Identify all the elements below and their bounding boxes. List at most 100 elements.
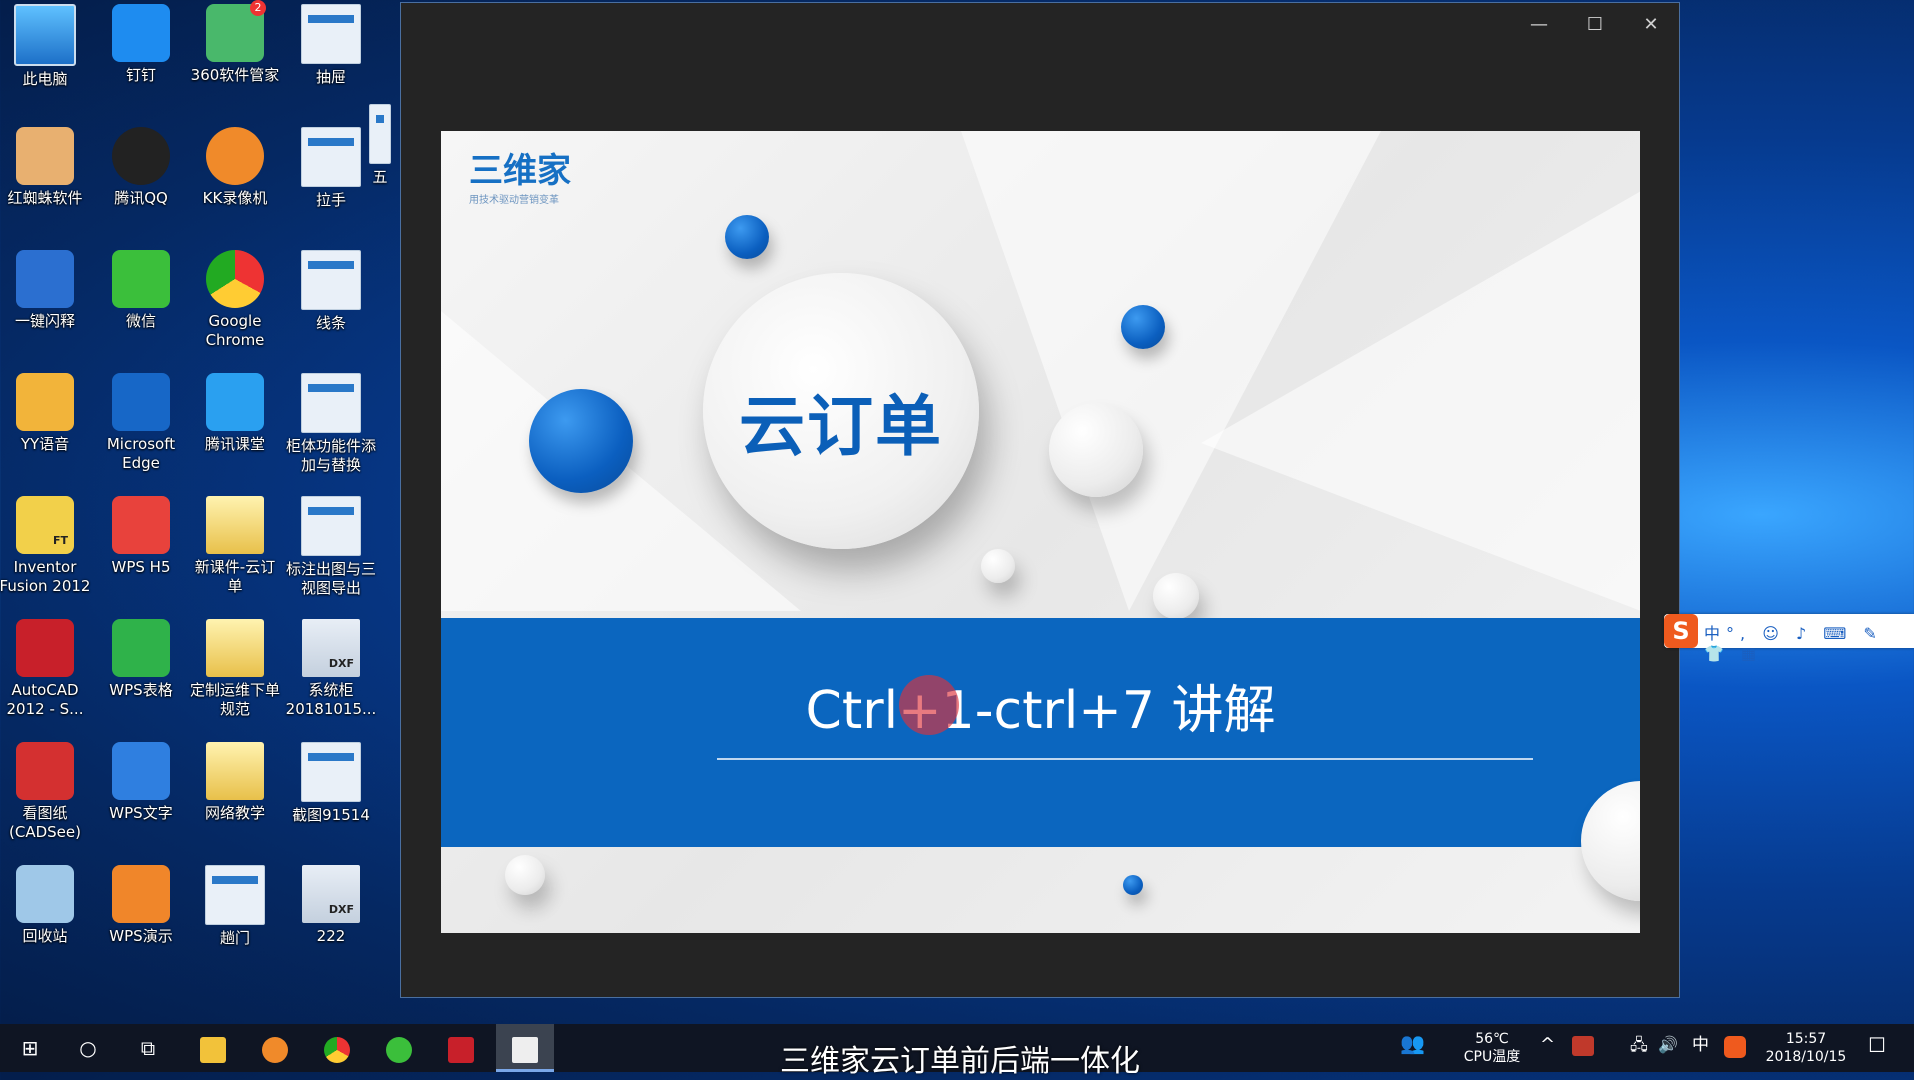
task-view-button[interactable]: ⧉ <box>124 1024 172 1072</box>
desktop-icon[interactable]: 回收站 <box>0 861 92 946</box>
mouse-highlight <box>899 675 959 735</box>
yy-raccoon-icon <box>16 373 74 431</box>
thumbnail-icon <box>301 742 361 802</box>
minimize-button[interactable]: — <box>1511 9 1567 41</box>
taskbar-explorer[interactable] <box>188 1024 238 1072</box>
desktop-icon[interactable]: 网络教学 <box>188 738 282 823</box>
band-underline <box>717 758 1533 760</box>
start-button[interactable]: ⊞ <box>6 1024 54 1072</box>
desktop-icon-label: 五 <box>372 168 388 186</box>
desktop-icon[interactable]: 腾讯课堂 <box>188 369 282 454</box>
ime-mode[interactable]: 中 <box>1704 624 1726 643</box>
thumbnail-icon <box>301 250 361 310</box>
360-software-icon: 2 <box>206 0 266 62</box>
desktop-icon[interactable]: WPS文字 <box>94 738 188 823</box>
title-disc: 云订单 <box>703 273 979 549</box>
desktop-icon-label: 看图纸 (CADSee) <box>9 804 81 841</box>
desktop-icon-label: 线条 <box>315 314 346 332</box>
taskbar-wechat[interactable] <box>374 1024 424 1072</box>
decor-ball <box>981 549 1015 583</box>
desktop-icon[interactable]: 抽屉 <box>284 0 378 87</box>
clock[interactable]: 15:57 2018/10/15 <box>1760 1030 1852 1066</box>
desktop-icon[interactable]: 定制运维下单规范 <box>188 615 282 719</box>
folder-icon <box>206 742 264 800</box>
blue-band: Ctrl+1-ctrl+7 讲解 <box>441 618 1640 847</box>
desktop-icon[interactable]: Google Chrome <box>188 246 282 350</box>
desktop-icon[interactable]: 趟门 <box>188 861 282 948</box>
sogou-tray-icon[interactable] <box>1724 1036 1746 1058</box>
input-language[interactable]: 中 <box>1692 1036 1709 1054</box>
desktop-icon-label: WPS文字 <box>109 804 173 822</box>
image-viewer-window[interactable]: — ☐ ✕ 三维家 用技术驱动营销变革 云订单 Ctrl+1-ctrl+7 讲解 <box>400 2 1680 998</box>
desktop-icon[interactable]: 钉钉 <box>94 0 188 85</box>
desktop-icon-label: 系统柜 20181015... <box>285 681 377 718</box>
close-button[interactable]: ✕ <box>1623 9 1679 41</box>
desktop-icon[interactable]: 腾讯QQ <box>94 123 188 208</box>
folder-icon <box>206 619 264 677</box>
decor-ball <box>725 215 769 259</box>
desktop-icon[interactable]: 此电脑 <box>0 0 92 89</box>
network-icon[interactable]: 🖧 <box>1630 1036 1648 1054</box>
desktop-icon[interactable]: 微信 <box>94 246 188 331</box>
desktop-icon-label: 趟门 <box>219 929 250 947</box>
desktop-icon[interactable]: Microsoft Edge <box>94 369 188 473</box>
security-icon[interactable] <box>1572 1036 1594 1056</box>
taskbar-kk-recorder[interactable] <box>250 1024 300 1072</box>
red-spider-icon <box>16 127 74 185</box>
search-button[interactable]: ○ <box>64 1024 112 1072</box>
desktop-icon[interactable]: 新课件-云订单 <box>188 492 282 596</box>
desktop-icon[interactable]: 红蜘蛛软件 <box>0 123 92 208</box>
decor-ball <box>1123 875 1143 895</box>
desktop-icon[interactable]: DXF 222 <box>284 861 378 946</box>
desktop-icon-label: 一键闪释 <box>14 312 75 330</box>
desktop-icon-label: 截图91514 <box>292 806 370 824</box>
maximize-button[interactable]: ☐ <box>1567 9 1623 41</box>
ime-items[interactable]: 中°, ☺ ♪ ⌨ ✎ 👕 ▦ <box>1704 620 1914 663</box>
desktop-icon-label: 柜体功能件添加与替换 <box>285 437 376 474</box>
desktop-icon-label: 标注出图与三视图导出 <box>285 560 376 597</box>
desktop-icon-partial[interactable]: 五 <box>360 100 400 187</box>
video-caption: 三维家云订单前后端一体化 <box>780 1044 1140 1079</box>
volume-icon[interactable]: 🔊 <box>1658 1036 1678 1054</box>
desktop-icon-label: KK录像机 <box>202 189 268 207</box>
desktop-icon[interactable]: 看图纸 (CADSee) <box>0 738 92 842</box>
desktop-icon[interactable]: KK录像机 <box>188 123 282 208</box>
cpu-temp[interactable]: 56℃ CPU温度 <box>1454 1030 1530 1066</box>
people-icon[interactable]: 👥 <box>1400 1033 1425 1053</box>
taskbar-autocad[interactable] <box>436 1024 486 1072</box>
desktop-icon[interactable]: YY语音 <box>0 369 92 454</box>
taskbar-photos[interactable] <box>496 1024 554 1072</box>
sanweijia-logo: 三维家 用技术驱动营销变革 <box>469 151 599 221</box>
desktop-icon[interactable]: 2 360软件管家 <box>188 0 282 85</box>
thumbnail-icon <box>301 496 361 556</box>
desktop-icon[interactable]: WPS演示 <box>94 861 188 946</box>
desktop-icon[interactable]: 一键闪释 <box>0 246 92 331</box>
desktop-icon[interactable]: 截图91514 <box>284 738 378 825</box>
dxf-file-icon: DXF <box>302 619 360 677</box>
desktop-icon[interactable]: AutoCAD 2012 - S... <box>0 615 92 719</box>
decor-ball <box>1121 305 1165 349</box>
desktop-icon-label: 新课件-云订单 <box>194 558 276 595</box>
desktop-icon[interactable]: FT Inventor Fusion 2012 <box>0 492 92 596</box>
ime-toolbar[interactable]: S 中°, ☺ ♪ ⌨ ✎ 👕 ▦ <box>1664 614 1914 663</box>
autocad-icon <box>16 619 74 677</box>
computer-icon <box>14 4 76 66</box>
logo-tagline: 用技术驱动营销变革 <box>469 195 559 206</box>
desktop-icon[interactable]: 柜体功能件添加与替换 <box>284 369 378 475</box>
taskbar-chrome[interactable] <box>312 1024 362 1072</box>
wps-h5-icon <box>112 496 170 554</box>
cpu-temp-label: CPU温度 <box>1463 1049 1521 1065</box>
thumbnail-icon <box>301 373 361 433</box>
show-hidden-icons[interactable]: ^ <box>1540 1036 1555 1054</box>
sogou-icon[interactable]: S <box>1664 614 1698 648</box>
desktop-icon[interactable]: DXF 系统柜 20181015... <box>284 615 378 719</box>
desktop-icon[interactable]: WPS H5 <box>94 492 188 577</box>
photos-icon <box>512 1036 538 1063</box>
desktop-icon[interactable]: 标注出图与三视图导出 <box>284 492 378 598</box>
ime-tools[interactable]: °, ☺ ♪ ⌨ ✎ 👕 ▦ <box>1704 624 1883 663</box>
notification-center-icon[interactable]: ☐ <box>1868 1035 1886 1055</box>
desktop-icon[interactable]: 线条 <box>284 246 378 333</box>
desktop-icon-label: 222 <box>316 927 346 945</box>
clock-time: 15:57 <box>1785 1031 1827 1047</box>
desktop-icon[interactable]: WPS表格 <box>94 615 188 700</box>
